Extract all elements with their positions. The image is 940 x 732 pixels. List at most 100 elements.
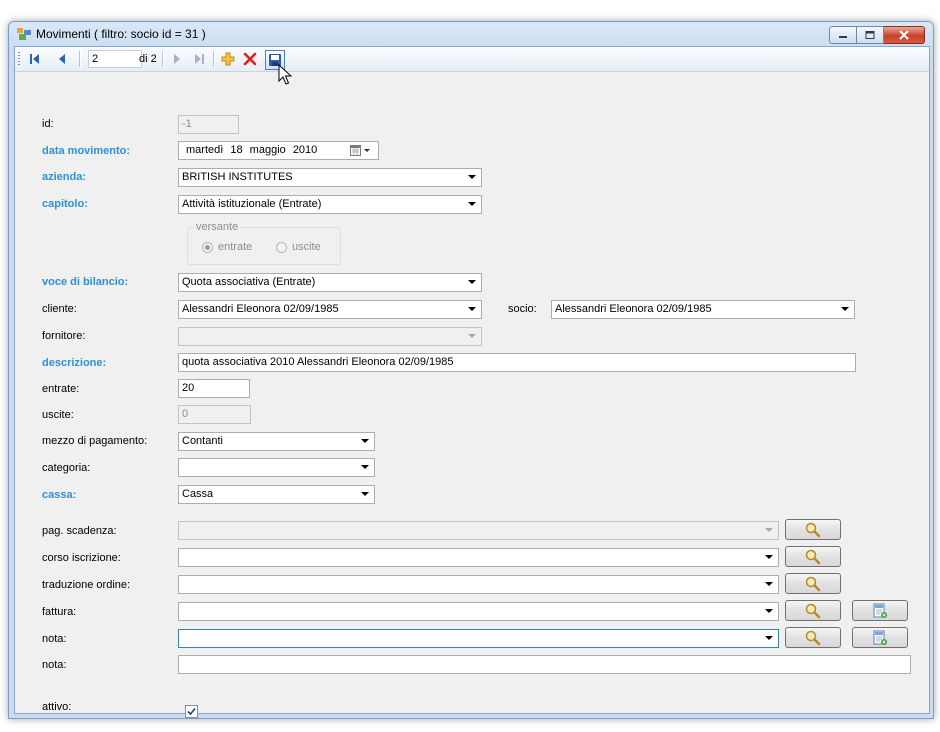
- voce-bilancio-label: voce di bilancio:: [42, 276, 129, 288]
- toolbar-grip[interactable]: [18, 52, 20, 66]
- dropdown-arrow-icon[interactable]: [359, 459, 371, 476]
- first-record-icon: [30, 54, 39, 64]
- nota-search-button[interactable]: [785, 627, 841, 648]
- pag-scadenza-combo[interactable]: [178, 521, 779, 540]
- search-icon: [805, 576, 821, 591]
- capitolo-combo[interactable]: Attività istituzionale (Entrate): [178, 195, 482, 214]
- title-bar[interactable]: Movimenti ( filtro: socio id = 31 ): [9, 22, 933, 46]
- id-label: id:: [42, 118, 54, 130]
- socio-combo[interactable]: Alessandri Eleonora 02/09/1985: [551, 300, 855, 319]
- capitolo-label: capitolo:: [42, 198, 88, 210]
- date-day: 18: [230, 144, 243, 156]
- dropdown-arrow-icon[interactable]: [466, 169, 478, 186]
- cliente-combo[interactable]: Alessandri Eleonora 02/09/1985: [178, 300, 482, 319]
- radio-entrate-dot: [202, 241, 213, 253]
- delete-record-button[interactable]: [242, 50, 258, 68]
- fattura-search-button[interactable]: [785, 600, 841, 621]
- check-icon: [187, 707, 196, 716]
- close-button[interactable]: [884, 26, 925, 44]
- descrizione-field[interactable]: quota associativa 2010 Alessandri Eleono…: [178, 353, 856, 372]
- uscite-label: uscite:: [42, 409, 74, 421]
- first-record-button[interactable]: [27, 50, 43, 68]
- azienda-combo[interactable]: BRITISH INSTITUTES: [178, 168, 482, 187]
- voce-bilancio-combo[interactable]: Quota associativa (Entrate): [178, 273, 482, 292]
- traduzione-ordine-search-button[interactable]: [785, 573, 841, 594]
- prev-record-icon: [59, 54, 65, 64]
- cliente-label: cliente:: [42, 303, 77, 315]
- record-count-label: di 2: [139, 53, 157, 65]
- next-record-button[interactable]: [170, 50, 184, 68]
- cursor-icon: [278, 64, 292, 85]
- nota-text-field[interactable]: [178, 655, 911, 674]
- calendar-icon[interactable]: [350, 145, 372, 159]
- versante-title: versante: [194, 221, 241, 233]
- search-icon: [805, 603, 821, 618]
- fattura-combo[interactable]: [178, 602, 779, 621]
- main-window: Movimenti ( filtro: socio id = 31 ) 2 di…: [8, 21, 934, 719]
- cassa-label: cassa:: [42, 489, 77, 501]
- data-movimento-picker[interactable]: martedì 18 maggio 2010: [178, 141, 379, 160]
- add-record-button[interactable]: [220, 50, 236, 68]
- dropdown-arrow-icon[interactable]: [466, 328, 478, 345]
- mezzo-pagamento-value: Contanti: [182, 435, 223, 447]
- dropdown-arrow-icon[interactable]: [763, 603, 775, 620]
- entrate-label: entrate:: [42, 383, 80, 395]
- nota-new-button[interactable]: [852, 627, 908, 648]
- corso-iscrizione-combo[interactable]: [178, 548, 779, 567]
- dropdown-arrow-icon[interactable]: [359, 433, 371, 450]
- radio-uscite-label: uscite: [292, 241, 321, 253]
- dropdown-arrow-icon[interactable]: [763, 522, 775, 539]
- id-field[interactable]: -1: [178, 115, 239, 134]
- add-icon: [221, 52, 235, 66]
- dropdown-arrow-icon[interactable]: [839, 301, 851, 318]
- fornitore-combo[interactable]: [178, 327, 482, 346]
- radio-entrate[interactable]: entrate: [202, 241, 252, 253]
- fattura-new-button[interactable]: [852, 600, 908, 621]
- corso-iscrizione-search-button[interactable]: [785, 546, 841, 567]
- prev-record-button[interactable]: [55, 50, 69, 68]
- last-record-button[interactable]: [191, 50, 207, 68]
- azienda-value: BRITISH INSTITUTES: [182, 171, 293, 183]
- radio-uscite[interactable]: uscite: [276, 241, 321, 253]
- dropdown-arrow-icon[interactable]: [763, 549, 775, 566]
- capitolo-value: Attività istituzionale (Entrate): [182, 198, 322, 210]
- dropdown-arrow-icon[interactable]: [466, 196, 478, 213]
- attivo-checkbox[interactable]: [185, 705, 198, 718]
- cassa-combo[interactable]: Cassa: [178, 485, 375, 504]
- new-document-icon: [873, 630, 887, 645]
- dropdown-arrow-icon[interactable]: [763, 630, 775, 647]
- nota-combo[interactable]: [178, 629, 779, 648]
- pag-scadenza-search-button[interactable]: [785, 519, 841, 540]
- fornitore-label: fornitore:: [42, 330, 86, 342]
- radio-uscite-dot: [276, 241, 287, 253]
- dropdown-arrow-icon[interactable]: [466, 274, 478, 291]
- position-input[interactable]: 2: [88, 50, 142, 68]
- cliente-value: Alessandri Eleonora 02/09/1985: [182, 303, 339, 315]
- entrate-field[interactable]: 20: [178, 379, 250, 398]
- maximize-icon: [865, 31, 875, 39]
- data-movimento-label: data movimento:: [42, 145, 131, 157]
- minimize-button[interactable]: [829, 26, 857, 44]
- fattura-label: fattura:: [42, 606, 77, 618]
- azienda-label: azienda:: [42, 171, 87, 183]
- traduzione-ordine-label: traduzione ordine:: [42, 579, 131, 591]
- maximize-button[interactable]: [857, 26, 884, 44]
- traduzione-ordine-combo[interactable]: [178, 575, 779, 594]
- app-icon: [17, 28, 31, 40]
- uscite-field[interactable]: 0: [178, 405, 251, 424]
- window-title: Movimenti ( filtro: socio id = 31 ): [36, 27, 206, 41]
- nota-combo-label: nota:: [42, 633, 67, 645]
- binding-navigator: 2 di 2: [15, 47, 929, 72]
- dropdown-arrow-icon[interactable]: [359, 486, 371, 503]
- socio-label: socio:: [508, 303, 537, 315]
- categoria-combo[interactable]: [178, 458, 375, 477]
- search-icon: [805, 522, 821, 537]
- dropdown-arrow-icon[interactable]: [763, 576, 775, 593]
- categoria-label: categoria:: [42, 462, 91, 474]
- descrizione-label: descrizione:: [42, 357, 107, 369]
- mezzo-pagamento-combo[interactable]: Contanti: [178, 432, 375, 451]
- form-body: 2 di 2 id: data movimento: azienda: capi…: [14, 46, 930, 718]
- dropdown-arrow-icon[interactable]: [466, 301, 478, 318]
- delete-icon: [243, 52, 257, 66]
- next-record-icon: [174, 54, 180, 64]
